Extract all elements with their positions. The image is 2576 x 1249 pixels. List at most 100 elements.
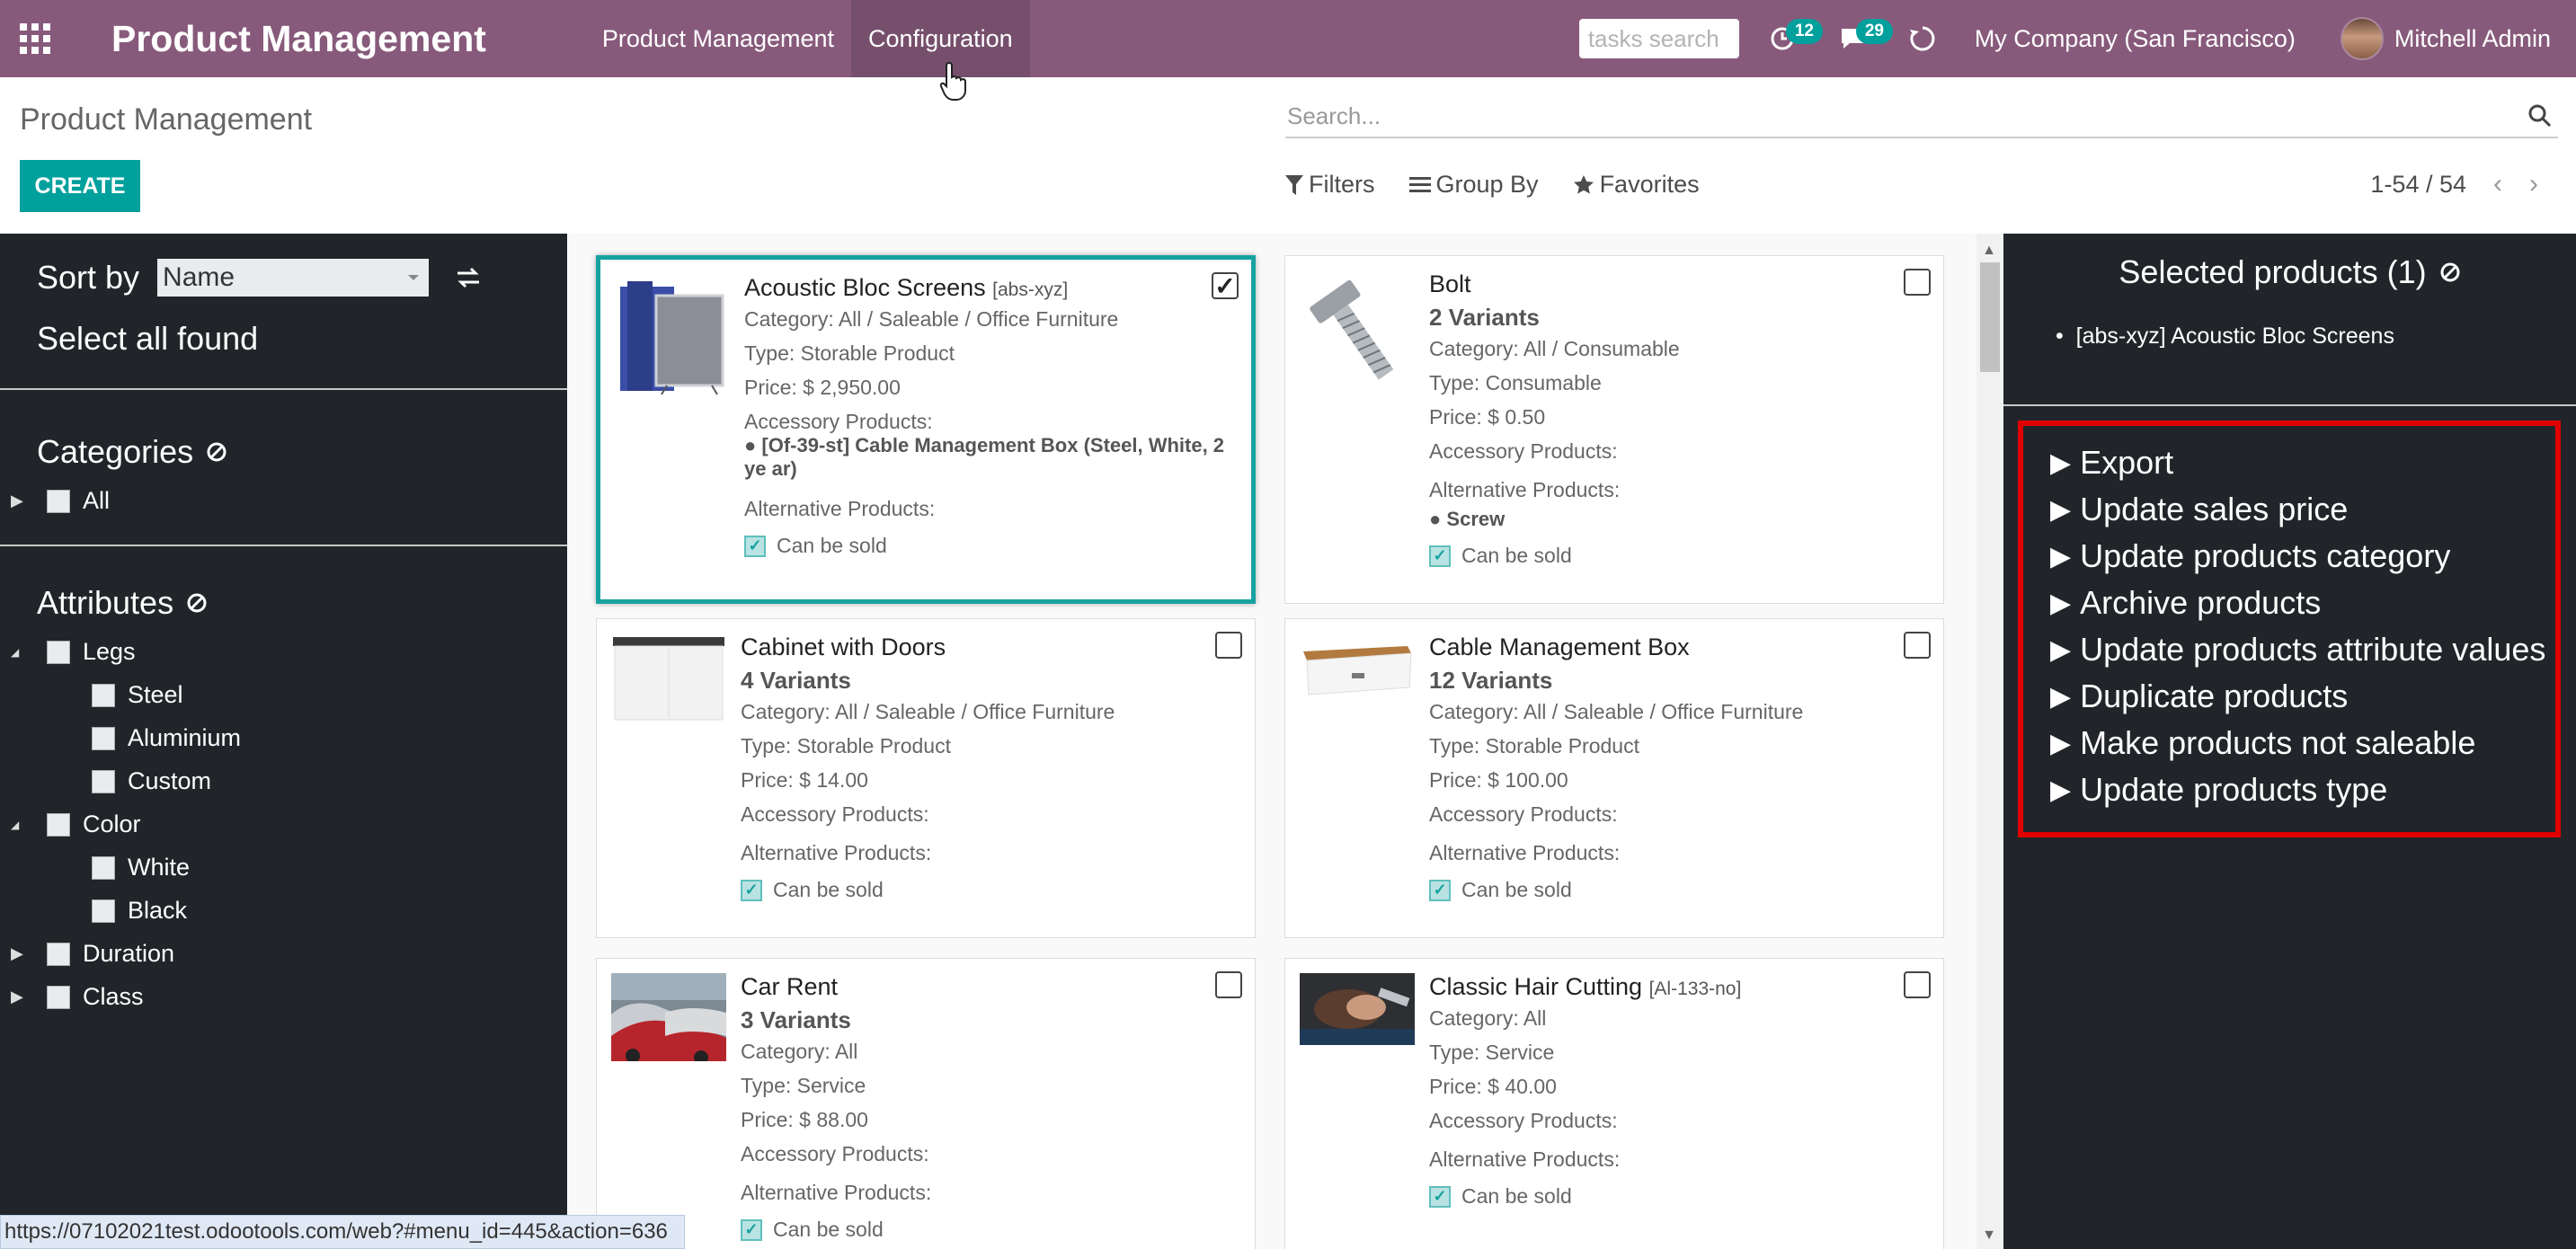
product-price: Price: $ 100.00 <box>1429 768 1568 792</box>
attribute-value-black[interactable]: Black <box>92 897 187 925</box>
refresh-icon[interactable] <box>1905 21 1941 57</box>
can-be-sold: ✓ Can be sold <box>1429 1184 1925 1209</box>
card-select-checkbox[interactable] <box>1215 632 1242 659</box>
product-card[interactable]: Cable Management Box 12 Variants Categor… <box>1284 618 1944 938</box>
card-select-checkbox[interactable] <box>1904 971 1931 998</box>
attribute-legs[interactable]: ◢ Legs <box>11 638 136 666</box>
collapse-caret-icon[interactable]: ◢ <box>11 819 27 831</box>
expand-caret-icon[interactable]: ▶ <box>11 492 27 510</box>
actions-highlight-box: ▶ Export ▶ Update sales price ▶ Update prod… <box>2018 421 2561 837</box>
star-icon <box>1573 174 1594 194</box>
pager-value[interactable]: 1-54 / 54 <box>2370 171 2466 199</box>
attribute-checkbox[interactable] <box>92 683 115 707</box>
action-update-products-type[interactable]: ▶ Update products type <box>2050 771 2387 809</box>
product-card[interactable]: Cabinet with Doors 4 Variants Category: … <box>596 618 1256 938</box>
bars-icon <box>1408 176 1431 192</box>
attribute-value-aluminium[interactable]: Aluminium <box>92 724 241 752</box>
product-name: Classic Hair Cutting [Al-133-no] <box>1429 973 1925 1001</box>
accessory-label: Accessory Products: <box>744 410 933 433</box>
create-button[interactable]: CREATE <box>20 160 140 212</box>
product-image <box>1300 973 1415 1045</box>
attribute-checkbox[interactable] <box>47 812 70 837</box>
product-card[interactable]: Classic Hair Cutting [Al-133-no] Categor… <box>1284 958 1944 1249</box>
action-update-category[interactable]: ▶ Update products category <box>2050 537 2450 575</box>
app-brand[interactable]: Product Management <box>111 18 486 60</box>
triangle-right-icon: ▶ <box>2050 494 2072 525</box>
card-select-checkbox[interactable] <box>1215 971 1242 998</box>
category-checkbox[interactable] <box>47 489 70 513</box>
messages-chat-icon[interactable]: 29 <box>1834 19 1893 57</box>
expand-caret-icon[interactable]: ▶ <box>11 944 27 963</box>
activity-clock-icon[interactable]: 12 <box>1764 19 1823 57</box>
attribute-class[interactable]: ▶ Class <box>11 983 144 1011</box>
mouse-cursor-icon <box>940 61 966 101</box>
action-archive-products[interactable]: ▶ Archive products <box>2050 584 2321 622</box>
search-input[interactable] <box>1285 102 2522 130</box>
select-all-found[interactable]: Select all found <box>37 320 258 358</box>
menu-product-management[interactable]: Product Management <box>585 0 851 77</box>
attribute-checkbox[interactable] <box>47 942 70 966</box>
scrollbar-thumb[interactable] <box>1980 262 2000 372</box>
check-icon: ✓ <box>1429 879 1451 901</box>
product-reference: [Al-133-no] <box>1648 979 1742 999</box>
action-duplicate-products[interactable]: ▶ Duplicate products <box>2050 678 2348 715</box>
attribute-color[interactable]: ◢ Color <box>11 811 141 838</box>
attribute-checkbox[interactable] <box>92 899 115 923</box>
apps-menu-icon[interactable] <box>0 0 70 77</box>
can-be-sold-label: Can be sold <box>773 1218 884 1241</box>
category-all[interactable]: ▶ All <box>11 487 110 515</box>
attribute-value-custom[interactable]: Custom <box>92 767 211 795</box>
action-label: Update products category <box>2080 537 2451 574</box>
sort-direction-icon[interactable] <box>456 267 481 288</box>
card-select-checkbox[interactable]: ✓ <box>1212 272 1239 300</box>
action-update-sales-price[interactable]: ▶ Update sales price <box>2050 491 2348 528</box>
sort-row: Sort by Name <box>37 259 481 297</box>
action-label: Update products attribute values <box>2080 631 2546 668</box>
expand-caret-icon[interactable]: ▶ <box>11 988 27 1006</box>
alternative-label: Alternative Products: <box>741 841 932 864</box>
card-select-checkbox[interactable] <box>1904 269 1931 296</box>
company-switcher[interactable]: My Company (San Francisco) <box>1975 25 2296 53</box>
kanban-scrollbar[interactable]: ▲ ▼ <box>1976 234 2003 1249</box>
card-select-checkbox[interactable] <box>1904 632 1931 659</box>
product-card[interactable]: Acoustic Bloc Screens [abs-xyz] Category… <box>596 255 1256 604</box>
clear-selection-icon[interactable] <box>2439 261 2461 283</box>
pager-previous-icon[interactable]: ‹ <box>2493 169 2502 199</box>
pager-next-icon[interactable]: › <box>2529 169 2538 199</box>
group-by-button[interactable]: Group By <box>1408 171 1539 199</box>
favorites-button[interactable]: Favorites <box>1573 171 1700 199</box>
scroll-down-icon[interactable]: ▼ <box>1982 1227 1996 1244</box>
messages-badge: 29 <box>1855 19 1893 44</box>
tasks-search-input[interactable] <box>1578 19 1739 58</box>
search-icon[interactable] <box>2522 98 2558 134</box>
filters-button[interactable]: Filters <box>1285 171 1375 199</box>
attribute-value-white[interactable]: White <box>92 854 190 881</box>
clear-categories-icon[interactable] <box>206 441 227 463</box>
attribute-checkbox[interactable] <box>92 769 115 793</box>
user-avatar[interactable] <box>2340 17 2384 60</box>
product-card[interactable]: Bolt 2 Variants Category: All / Consumab… <box>1284 255 1944 604</box>
mass-actions-panel: Selected products (1) • [abs-xyz] Acoust… <box>2003 234 2576 1249</box>
product-type: Type: Service <box>1429 1041 1555 1064</box>
attribute-checkbox[interactable] <box>92 726 115 750</box>
collapse-caret-icon[interactable]: ◢ <box>11 646 27 659</box>
attribute-duration[interactable]: ▶ Duration <box>11 940 174 968</box>
scroll-up-icon[interactable]: ▲ <box>1982 243 1996 259</box>
accessory-item-text: [Of-39-st] Cable Management Box (Steel, … <box>744 434 1225 480</box>
attribute-checkbox[interactable] <box>47 640 70 664</box>
action-make-not-saleable[interactable]: ▶ Make products not saleable <box>2050 724 2475 762</box>
product-card[interactable]: Car Rent 3 Variants Category: All Type: … <box>596 958 1256 1249</box>
attribute-checkbox[interactable] <box>47 985 70 1009</box>
alternative-item: ● Screw <box>1429 508 1506 530</box>
action-label: Update sales price <box>2080 491 2349 527</box>
product-name-text: Classic Hair Cutting <box>1429 973 1643 1000</box>
product-category: Category: All / Saleable / Office Furnit… <box>1429 700 1804 723</box>
action-export[interactable]: ▶ Export <box>2050 444 2173 482</box>
attribute-checkbox[interactable] <box>92 855 115 880</box>
attribute-value-steel[interactable]: Steel <box>92 681 183 709</box>
clear-attributes-icon[interactable] <box>186 592 208 614</box>
sort-select[interactable]: Name <box>157 259 430 297</box>
user-menu[interactable]: Mitchell Admin <box>2394 25 2551 53</box>
action-update-attribute-values[interactable]: ▶ Update products attribute values <box>2050 631 2545 669</box>
check-icon: ✓ <box>741 879 762 901</box>
